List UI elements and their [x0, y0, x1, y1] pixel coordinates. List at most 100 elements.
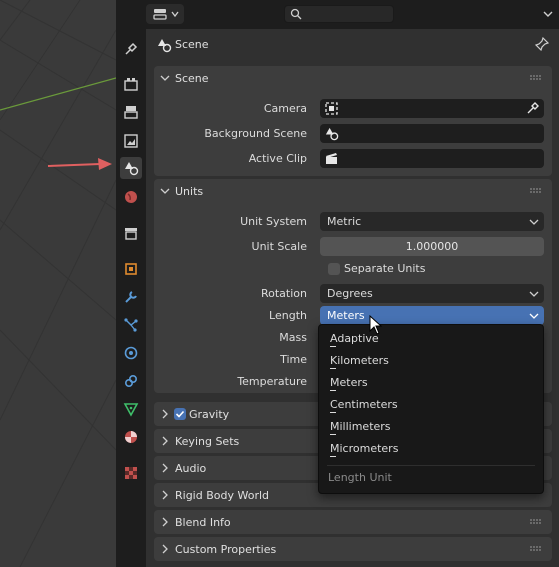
length-label: Length	[269, 309, 307, 322]
unit-system-label: Unit System	[240, 215, 307, 228]
chevron-right-icon	[162, 490, 168, 500]
menu-item-label: Millimeters	[330, 420, 391, 433]
world-icon	[125, 191, 137, 203]
3d-viewport[interactable]	[0, 0, 116, 567]
checkmark-icon	[175, 410, 185, 418]
rigid-body-world-title: Rigid Body World	[175, 489, 270, 502]
texture-tab[interactable]	[120, 462, 142, 484]
modifier-tab[interactable]	[120, 286, 142, 308]
drag-grip-icon[interactable]	[530, 519, 542, 525]
properties-editor-icon	[152, 9, 167, 20]
units-panel-header[interactable]: Units	[154, 179, 552, 203]
unit-scale-label: Unit Scale	[251, 240, 307, 253]
particles-tab[interactable]	[120, 314, 142, 336]
world-tab[interactable]	[120, 186, 142, 208]
physics-tab[interactable]	[120, 342, 142, 364]
drag-grip-icon[interactable]	[530, 75, 542, 81]
rotation-dropdown[interactable]: Degrees	[320, 284, 544, 303]
camera-field[interactable]	[320, 99, 544, 118]
scene-tab[interactable]	[120, 157, 142, 179]
scene-panel-title: Scene	[175, 72, 209, 85]
editor-type-button[interactable]	[146, 4, 184, 24]
chevron-right-icon	[162, 436, 168, 446]
pin-icon[interactable]	[535, 37, 549, 51]
gravity-checkbox[interactable]	[174, 408, 186, 420]
clip-icon	[326, 153, 337, 164]
search-input[interactable]	[284, 5, 394, 23]
header-collapse-icon[interactable]	[541, 7, 555, 21]
scene-panel: Scene Camera Background Scene Active Cli…	[154, 66, 552, 176]
unit-system-dropdown[interactable]: Metric	[320, 212, 544, 231]
context-breadcrumb: Scene	[146, 29, 559, 60]
collection-tab[interactable]	[120, 222, 142, 244]
menu-item-kilometers[interactable]: Kilometers	[319, 350, 543, 372]
physics-icon	[124, 346, 138, 360]
chevron-right-icon	[162, 544, 168, 554]
tool-icon	[125, 42, 138, 55]
menu-item-label: Micrometers	[330, 442, 399, 455]
custom-properties-panel[interactable]: Custom Properties	[154, 537, 552, 561]
chevron-right-icon	[162, 517, 168, 527]
render-icon	[124, 78, 138, 91]
separate-units-checkbox[interactable]	[328, 263, 340, 275]
custom-properties-title: Custom Properties	[175, 543, 277, 556]
object-icon	[125, 263, 137, 275]
time-label: Time	[280, 353, 307, 366]
scene-panel-header[interactable]: Scene	[154, 66, 552, 90]
length-unit-menu: Adaptive Kilometers Meters Centimeters M…	[318, 324, 544, 494]
scene-icon	[125, 162, 139, 176]
chevron-down-icon	[170, 11, 179, 18]
unit-system-value: Metric	[327, 215, 362, 228]
chevron-down-icon	[529, 291, 539, 297]
particles-icon	[124, 318, 138, 332]
chevron-down-icon	[160, 188, 170, 194]
modifier-icon	[125, 291, 137, 303]
tool-tab[interactable]	[120, 38, 142, 60]
menu-divider	[327, 465, 535, 466]
unit-scale-field[interactable]: 1.000000	[320, 237, 544, 256]
menu-item-label: Kilometers	[330, 354, 389, 367]
render-tab[interactable]	[120, 73, 142, 95]
separate-units-label: Separate Units	[344, 262, 426, 275]
view-layer-tab[interactable]	[120, 130, 142, 152]
annotation-arrow	[47, 158, 112, 170]
search-icon	[290, 8, 302, 20]
length-dropdown[interactable]: Meters	[320, 306, 544, 325]
rotation-value: Degrees	[327, 287, 373, 300]
constraints-icon	[124, 374, 138, 388]
blend-info-panel[interactable]: Blend Info	[154, 510, 552, 534]
blend-info-title: Blend Info	[175, 516, 231, 529]
view-layer-icon	[124, 134, 138, 148]
active-clip-field[interactable]	[320, 149, 544, 168]
menu-item-label: Meters	[330, 376, 368, 389]
drag-grip-icon[interactable]	[530, 546, 542, 552]
camera-label: Camera	[263, 102, 307, 115]
properties-header	[146, 0, 559, 29]
material-icon	[125, 431, 137, 443]
properties-tab-strip	[116, 0, 146, 567]
chevron-right-icon	[162, 409, 168, 419]
chevron-down-icon	[529, 219, 539, 225]
menu-item-meters[interactable]: Meters	[319, 372, 543, 394]
menu-item-centimeters[interactable]: Centimeters	[319, 394, 543, 416]
chevron-right-icon	[162, 463, 168, 473]
constraints-tab[interactable]	[120, 370, 142, 392]
temperature-label: Temperature	[237, 375, 307, 388]
material-tab[interactable]	[120, 426, 142, 448]
menu-item-adaptive[interactable]: Adaptive	[319, 328, 543, 350]
background-scene-field[interactable]	[320, 124, 544, 143]
menu-title: Length Unit	[328, 471, 392, 484]
chevron-down-icon	[529, 313, 539, 319]
data-tab[interactable]	[120, 398, 142, 420]
menu-item-millimeters[interactable]: Millimeters	[319, 416, 543, 438]
object-tab[interactable]	[120, 258, 142, 280]
output-tab[interactable]	[120, 101, 142, 123]
scene-icon	[325, 127, 339, 141]
scene-icon	[158, 39, 172, 53]
eyedropper-icon[interactable]	[526, 101, 540, 115]
menu-item-micrometers[interactable]: Micrometers	[319, 438, 543, 460]
data-icon	[123, 403, 139, 417]
mouse-cursor-icon	[369, 315, 383, 335]
chevron-down-icon	[160, 75, 170, 81]
drag-grip-icon[interactable]	[530, 188, 542, 194]
